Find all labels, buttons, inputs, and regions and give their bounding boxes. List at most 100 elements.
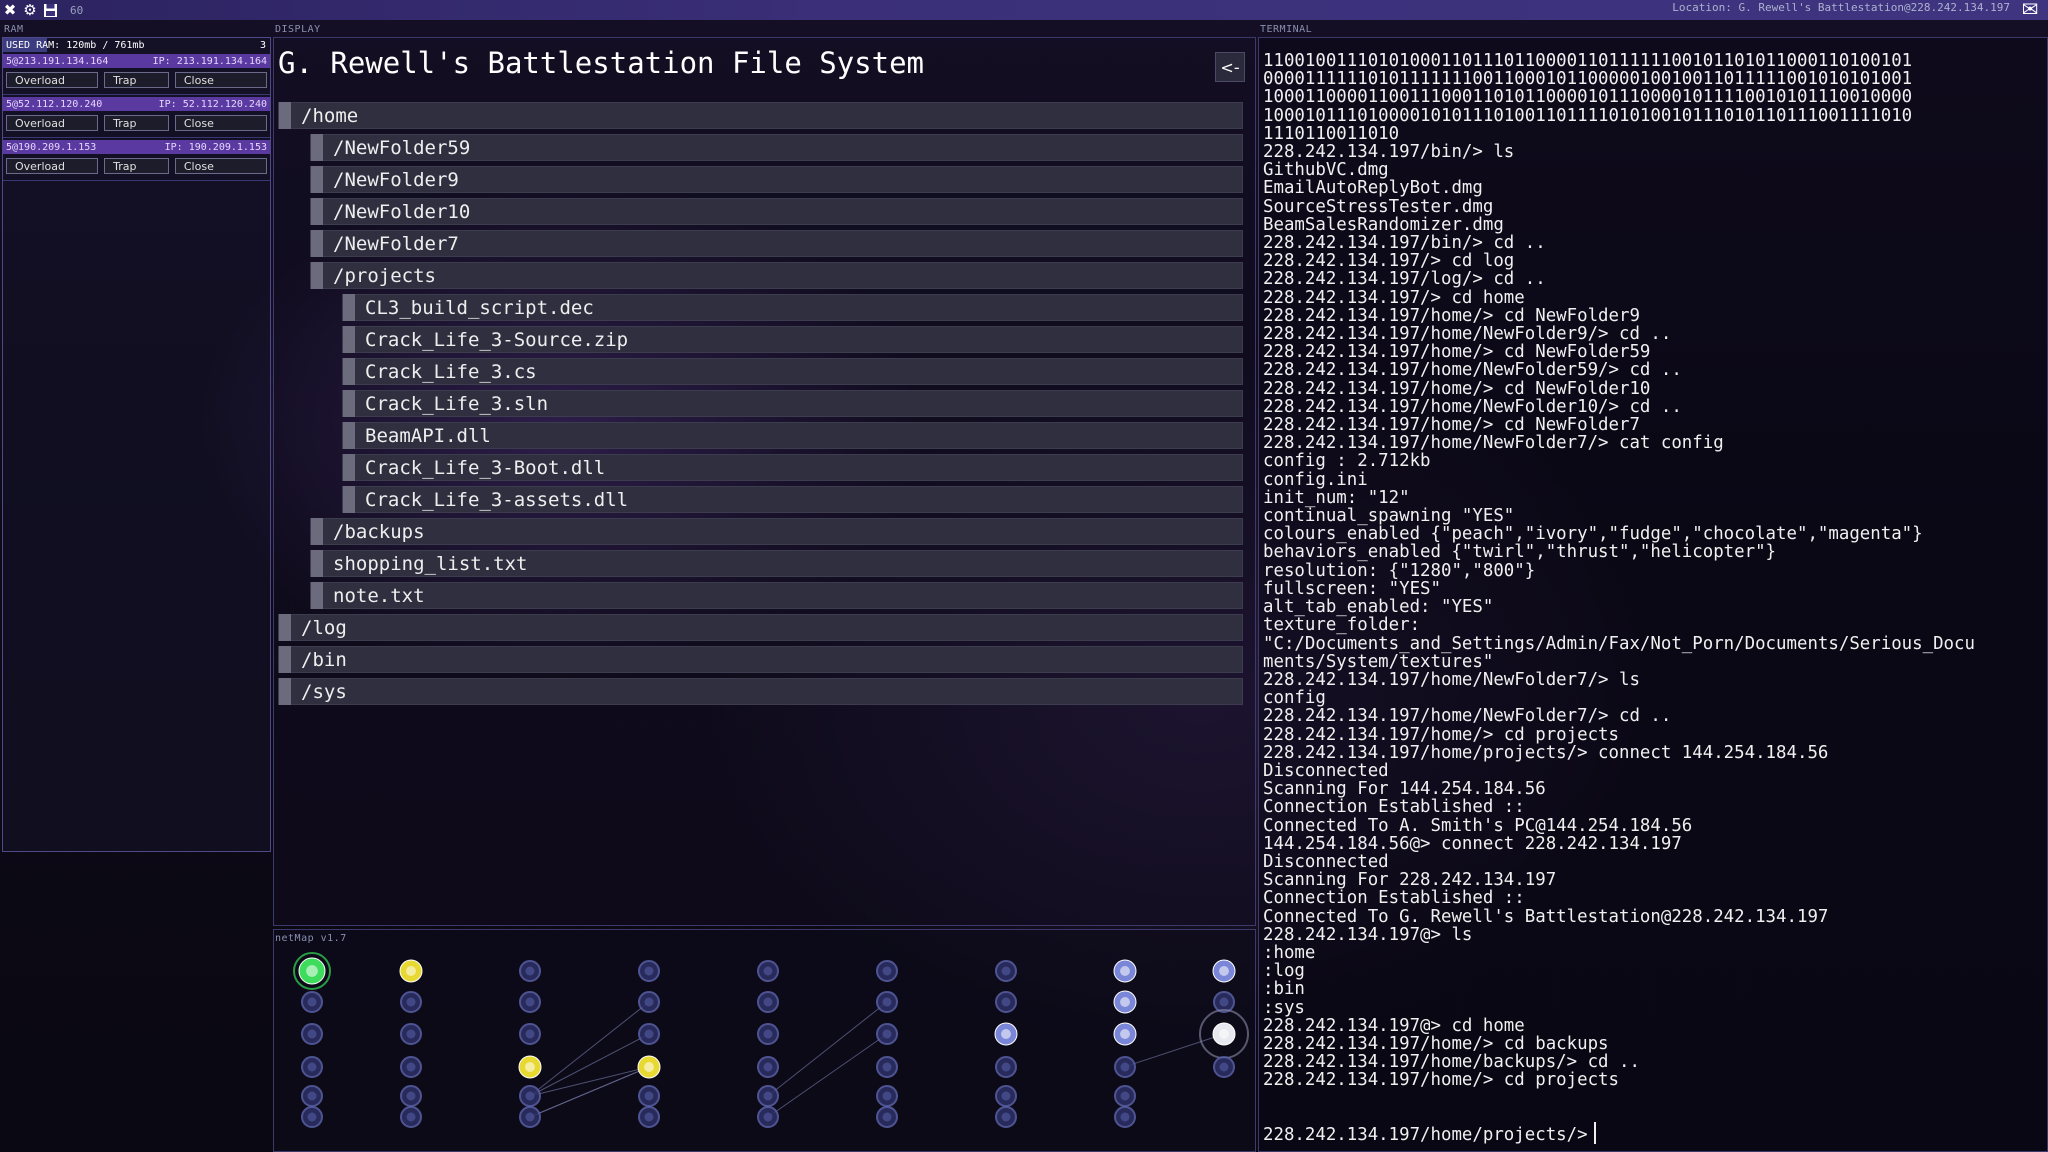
netmap-node-node[interactable] <box>400 1023 422 1045</box>
terminal-line: 1110110011010 <box>1263 123 1400 144</box>
file-tree-item[interactable]: /bin <box>278 646 1243 673</box>
netmap-node-visited[interactable] <box>518 1055 542 1079</box>
netmap-node-node[interactable] <box>638 1023 660 1045</box>
file-tree-item[interactable]: /NewFolder7 <box>310 230 1243 257</box>
terminal-line: "C:/Documents_and_Settings/Admin/Fax/Not… <box>1263 633 1975 654</box>
netmap-node-node[interactable] <box>757 1106 779 1128</box>
file-tree-item-label: Crack_Life_3.cs <box>365 360 537 383</box>
close-button[interactable]: Close <box>174 115 267 131</box>
file-tree-item[interactable]: /sys <box>278 678 1243 705</box>
terminal-prompt[interactable]: 228.242.134.197/home/projects/> <box>1263 1122 1596 1145</box>
file-tree-item[interactable]: BeamAPI.dll <box>342 422 1243 449</box>
netmap-node-node[interactable] <box>757 1023 779 1045</box>
file-tree-item[interactable]: note.txt <box>310 582 1243 609</box>
ram-usage-label: USED RAM: 120mb / 761mb <box>6 39 145 51</box>
netmap-node-home[interactable] <box>293 952 331 990</box>
file-tree-item[interactable]: Crack_Life_3.sln <box>342 390 1243 417</box>
netmap-node-node[interactable] <box>519 991 541 1013</box>
file-tree-item[interactable]: Crack_Life_3.cs <box>342 358 1243 385</box>
mail-icon[interactable]: ✉ <box>2016 0 2044 19</box>
netmap-node-node[interactable] <box>757 991 779 1013</box>
file-tree-item-label: Crack_Life_3-Source.zip <box>365 328 629 351</box>
netmap-node-node[interactable] <box>995 1106 1017 1128</box>
netmap-node-node[interactable] <box>519 960 541 982</box>
netmap-node-node[interactable] <box>876 1023 898 1045</box>
file-tree-item[interactable]: shopping_list.txt <box>310 550 1243 577</box>
netmap-node-node[interactable] <box>876 1056 898 1078</box>
netmap-node-node[interactable] <box>400 1056 422 1078</box>
close-button[interactable]: Close <box>174 158 267 174</box>
ram-usage-bar: USED RAM: 120mb / 761mb 3 <box>3 38 270 52</box>
trap-button[interactable]: Trap <box>104 158 169 174</box>
terminal-line: 228.242.134.197/home/projects/> connect … <box>1263 742 1829 763</box>
terminal-line: EmailAutoReplyBot.dmg <box>1263 178 1483 199</box>
netmap-node-node[interactable] <box>638 1085 660 1107</box>
back-button[interactable]: <- <box>1215 52 1245 82</box>
exit-icon[interactable]: ✖ <box>0 0 20 20</box>
file-tree-item[interactable]: Crack_Life_3-Boot.dll <box>342 454 1243 481</box>
netmap-node-highlight[interactable] <box>1113 959 1137 983</box>
file-tree-item-marker <box>279 646 291 673</box>
netmap-node-visited[interactable] <box>637 1055 661 1079</box>
file-tree-item[interactable]: /log <box>278 614 1243 641</box>
file-tree-item[interactable]: /projects <box>310 262 1243 289</box>
settings-gear-icon[interactable]: ⚙ <box>20 0 40 20</box>
trap-button[interactable]: Trap <box>104 72 169 88</box>
netmap-node-node[interactable] <box>301 1023 323 1045</box>
netmap-node-node[interactable] <box>519 1106 541 1128</box>
file-tree-item[interactable]: /home <box>278 102 1243 129</box>
netmap-node-node[interactable] <box>757 960 779 982</box>
netmap-node-node[interactable] <box>1114 1056 1136 1078</box>
file-tree-item[interactable]: /NewFolder59 <box>310 134 1243 161</box>
netmap-node-node[interactable] <box>638 960 660 982</box>
netmap-node-node[interactable] <box>995 991 1017 1013</box>
netmap-node-node[interactable] <box>876 960 898 982</box>
netmap-node-node[interactable] <box>995 1085 1017 1107</box>
netmap-node-highlight[interactable] <box>1212 959 1236 983</box>
file-tree-item[interactable]: /backups <box>310 518 1243 545</box>
overload-button[interactable]: Overload <box>6 115 99 131</box>
file-tree-item[interactable]: /NewFolder10 <box>310 198 1243 225</box>
terminal-line: :bin <box>1263 979 1305 1000</box>
file-tree-item-label: shopping_list.txt <box>333 552 528 575</box>
netmap-node-node[interactable] <box>757 1056 779 1078</box>
file-tree-item[interactable]: Crack_Life_3-assets.dll <box>342 486 1243 513</box>
netmap-node-current[interactable] <box>1199 1009 1249 1059</box>
file-tree-item-marker <box>343 454 355 481</box>
netmap-node-highlight[interactable] <box>994 1022 1018 1046</box>
netmap-node-node[interactable] <box>638 991 660 1013</box>
netmap-node-node[interactable] <box>519 1023 541 1045</box>
trap-button[interactable]: Trap <box>104 115 169 131</box>
close-button[interactable]: Close <box>174 72 267 88</box>
netmap-node-node[interactable] <box>400 991 422 1013</box>
netmap-node-node[interactable] <box>301 1056 323 1078</box>
netmap-node-node[interactable] <box>876 1085 898 1107</box>
netmap-node-node[interactable] <box>301 1106 323 1128</box>
overload-button[interactable]: Overload <box>6 72 99 88</box>
terminal-panel[interactable]: 1100100111010100011011101100001101111110… <box>1258 37 2048 1152</box>
netmap-node-visited[interactable] <box>399 959 423 983</box>
netmap-node-highlight[interactable] <box>1113 1022 1137 1046</box>
netmap-node-node[interactable] <box>876 991 898 1013</box>
file-tree-item[interactable]: /NewFolder9 <box>310 166 1243 193</box>
netmap-node-node[interactable] <box>400 1106 422 1128</box>
file-tree-item[interactable]: Crack_Life_3-Source.zip <box>342 326 1243 353</box>
netmap-link <box>529 1033 650 1097</box>
netmap-node-node[interactable] <box>995 960 1017 982</box>
netmap-node-highlight[interactable] <box>1113 990 1137 1014</box>
netmap-node-node[interactable] <box>519 1085 541 1107</box>
save-disk-icon[interactable] <box>40 0 60 20</box>
netmap-node-node[interactable] <box>995 1056 1017 1078</box>
netmap-node-node[interactable] <box>400 1085 422 1107</box>
overload-button[interactable]: Overload <box>6 158 99 174</box>
netmap-node-node[interactable] <box>301 991 323 1013</box>
netmap-node-node[interactable] <box>1114 1106 1136 1128</box>
process-actions: Overload Trap Close <box>3 111 270 138</box>
netmap-node-node[interactable] <box>757 1085 779 1107</box>
netmap-node-node[interactable] <box>876 1106 898 1128</box>
netmap-node-node[interactable] <box>1114 1085 1136 1107</box>
netmap-node-node[interactable] <box>638 1106 660 1128</box>
file-tree-item[interactable]: CL3_build_script.dec <box>342 294 1243 321</box>
netmap-node-node[interactable] <box>301 1085 323 1107</box>
netmap-node-node[interactable] <box>1213 1056 1235 1078</box>
